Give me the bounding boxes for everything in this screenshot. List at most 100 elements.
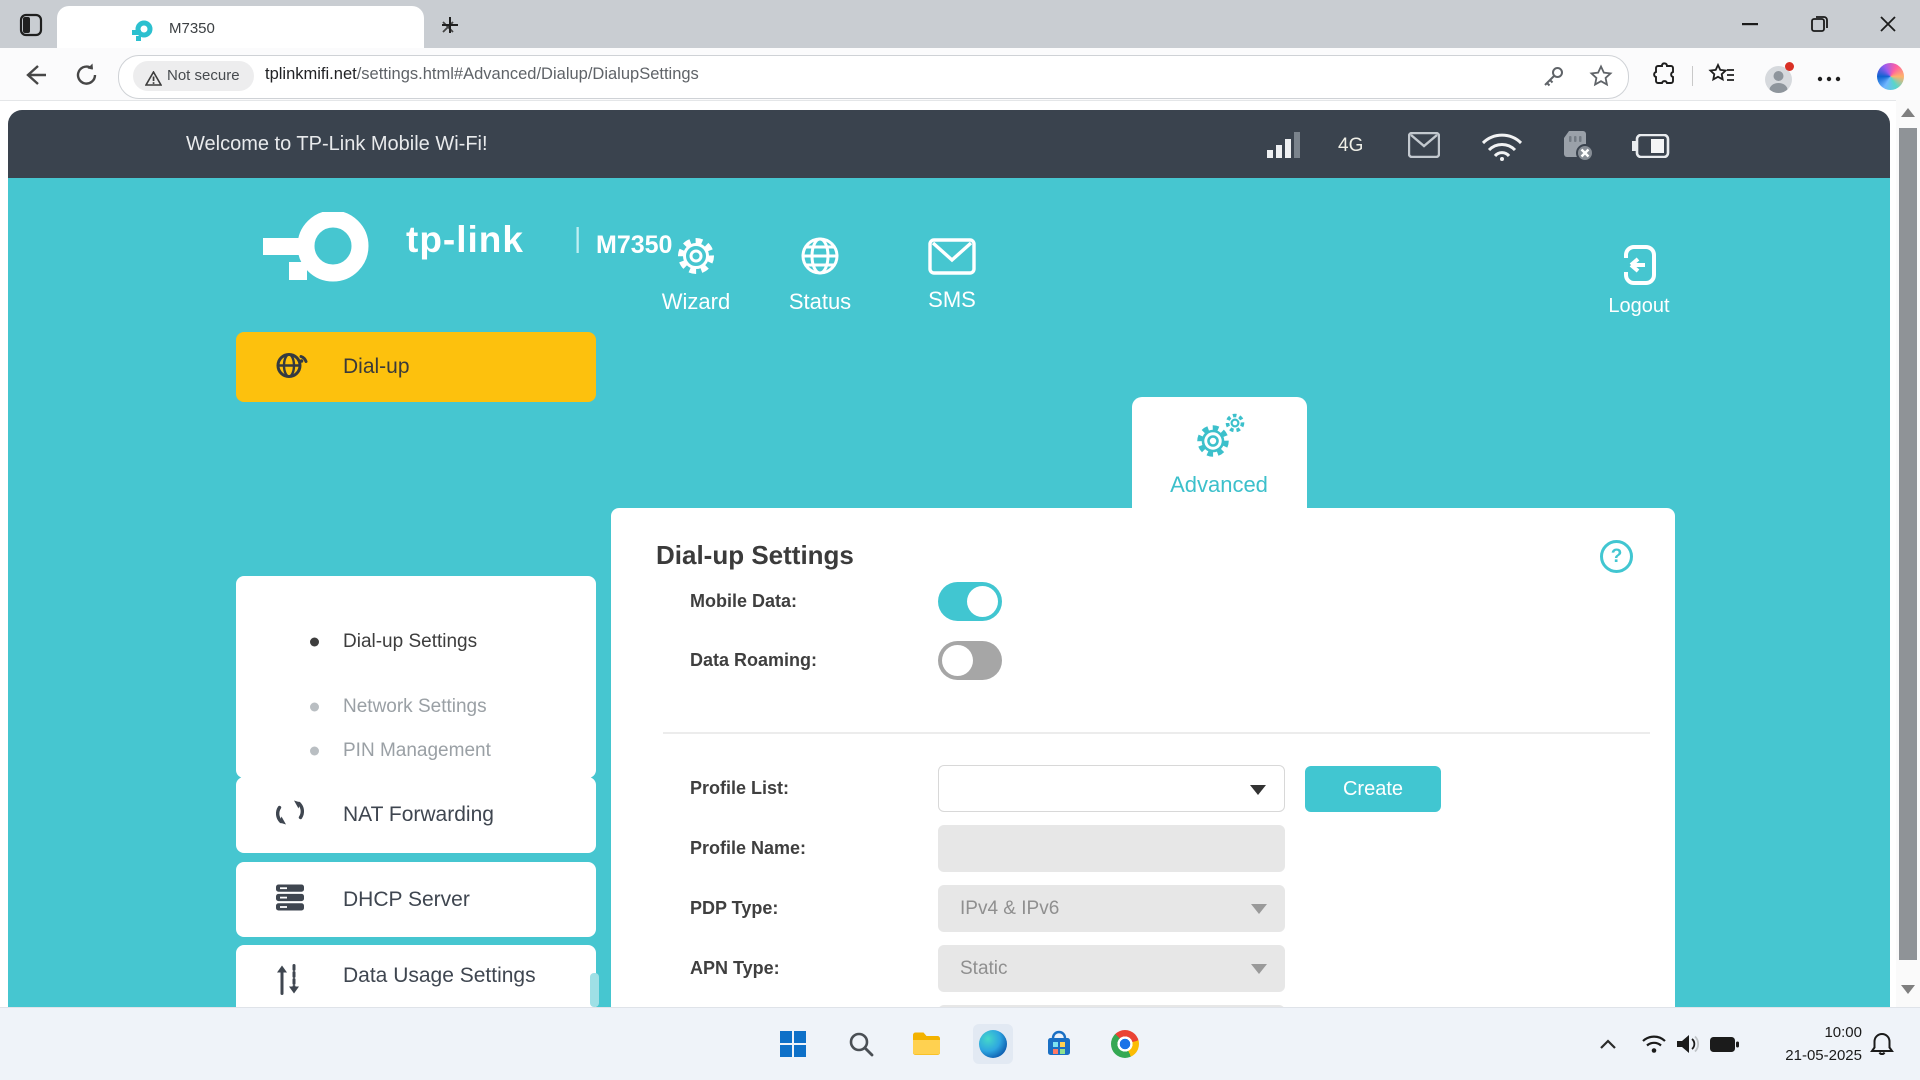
edge-logo [979, 1030, 1007, 1058]
advanced-gears-icon [1187, 448, 1251, 465]
nav-advanced-inner: Advanced [1154, 411, 1284, 498]
status-globe-icon [798, 265, 842, 282]
toggle-row-mobile-data: Mobile Data: [611, 582, 1675, 630]
profile-list-select[interactable] [938, 765, 1285, 812]
pdp-type-value: IPv4 & IPv6 [960, 885, 1059, 932]
toolbar-divider [1692, 66, 1693, 86]
sidebar-group-label: Dial-up [343, 332, 410, 402]
help-icon[interactable]: ? [1600, 540, 1633, 573]
clock-date: 21-05-2025 [1785, 1047, 1862, 1064]
sidebar-subitem-pin-management[interactable]: PIN Management [236, 731, 596, 771]
store-icon[interactable] [1039, 1024, 1079, 1064]
nav-advanced-label: Advanced [1154, 472, 1284, 498]
window-minimize-icon[interactable] [1740, 14, 1760, 34]
form-row-profile-list: Profile List: Create [611, 765, 1675, 813]
battery-status-icon [1632, 134, 1670, 163]
message-icon [1408, 132, 1440, 163]
screen: M7350 Not secure [0, 0, 1920, 1080]
browser-tab[interactable]: M7350 [57, 6, 424, 48]
apn-type-select[interactable]: Static [938, 945, 1285, 992]
sidebar-item-label: DHCP Server [343, 862, 470, 937]
taskbar: 10:00 21-05-2025 [0, 1007, 1920, 1080]
content-panel: Dial-up Settings ? Mobile Data: Data Roa… [611, 508, 1675, 1080]
tray-volume-icon[interactable] [1668, 1024, 1708, 1064]
tray-battery-icon[interactable] [1704, 1024, 1744, 1064]
edge-icon[interactable] [973, 1024, 1013, 1064]
start-button-icon[interactable] [773, 1024, 813, 1064]
sidebar-item-nat-forwarding[interactable]: NAT Forwarding [236, 777, 596, 853]
sim-card-error-icon [1559, 130, 1595, 167]
nav-status-label: Status [755, 289, 885, 315]
logout-icon [1619, 273, 1659, 290]
device-status-bar: Welcome to TP-Link Mobile Wi-Fi! 4G [8, 110, 1890, 178]
favorites-list-icon[interactable] [1708, 62, 1736, 93]
sidebar-group-dialup[interactable]: Dial-up [236, 332, 596, 402]
url-text: tplinkmifi.net/settings.html#Advanced/Di… [265, 65, 699, 84]
scrollbar-down-icon[interactable] [1901, 985, 1915, 994]
bullet-icon [310, 747, 319, 756]
profile-name-label: Profile Name: [690, 825, 806, 872]
page-background: tp-link | M7350 Wizard Status SMS [8, 178, 1890, 1007]
reload-icon[interactable] [74, 62, 100, 88]
sidebar-subitem-network-settings[interactable]: Network Settings [236, 687, 596, 727]
file-explorer-icon[interactable] [907, 1024, 947, 1064]
sidebar-subitem-dialup-settings[interactable]: Dial-up Settings [236, 622, 596, 662]
nav-wizard[interactable]: Wizard [631, 234, 761, 315]
profile-list-label: Profile List: [690, 765, 789, 812]
favorite-star-icon[interactable] [1589, 64, 1613, 93]
window-close-icon[interactable] [1878, 14, 1898, 34]
scrollbar-track[interactable] [1896, 100, 1920, 1007]
settings-ellipsis-icon[interactable] [1816, 70, 1842, 88]
section-divider [663, 732, 1650, 734]
data-roaming-toggle[interactable] [938, 641, 1002, 680]
brand-divider: | [574, 222, 581, 254]
form-row-apn-type: APN Type: Static [611, 945, 1675, 993]
nav-sms[interactable]: SMS [887, 236, 1017, 313]
chrome-icon[interactable] [1105, 1024, 1145, 1064]
apn-type-label: APN Type: [690, 945, 780, 992]
welcome-text: Welcome to TP-Link Mobile Wi-Fi! [186, 110, 488, 178]
sidebar-subpanel: Dial-up Settings Network Settings PIN Ma… [236, 576, 596, 778]
apn-type-value: Static [960, 945, 1008, 992]
profile-name-input[interactable] [938, 825, 1285, 872]
copilot-icon[interactable] [1877, 63, 1904, 90]
scrollbar-thumb[interactable] [1899, 128, 1917, 960]
inner-scrollbar-thumb[interactable] [590, 973, 599, 1007]
toggle-knob [942, 645, 973, 676]
subitem-label: Network Settings [343, 687, 487, 727]
wizard-gear-icon [674, 234, 718, 283]
url-bar[interactable]: Not secure tplinkmifi.net/settings.html#… [118, 55, 1629, 99]
taskbar-search-icon[interactable] [841, 1024, 881, 1064]
nav-status[interactable]: Status [755, 234, 885, 315]
bullet-icon [310, 638, 319, 647]
sidebar-item-dhcp-server[interactable]: DHCP Server [236, 862, 596, 937]
sidebar-item-label: Data Usage Settings [343, 945, 536, 1007]
new-tab-icon[interactable] [440, 15, 460, 35]
mobile-data-toggle[interactable] [938, 582, 1002, 621]
brand-name: tp-link [406, 219, 524, 261]
extensions-icon[interactable] [1652, 62, 1678, 93]
password-key-icon[interactable] [1541, 65, 1565, 94]
subitem-label: PIN Management [343, 731, 491, 771]
logout-button[interactable]: Logout [1604, 244, 1674, 318]
toggle-knob [967, 586, 998, 617]
tplink-logo [245, 212, 397, 299]
tray-chevron-icon[interactable] [1588, 1024, 1628, 1064]
sidebar-item-label: NAT Forwarding [343, 777, 494, 853]
taskbar-clock[interactable]: 10:00 21-05-2025 [1785, 1021, 1862, 1067]
notification-bell-icon[interactable] [1862, 1024, 1902, 1064]
subitem-label: Dial-up Settings [343, 622, 477, 662]
url-path: /settings.html#Advanced/Dialup/DialupSet… [357, 65, 699, 83]
pdp-type-label: PDP Type: [690, 885, 778, 932]
tab-actions-icon[interactable] [18, 12, 44, 38]
security-chip[interactable]: Not secure [133, 61, 254, 91]
scrollbar-up-icon[interactable] [1901, 108, 1915, 117]
create-button[interactable]: Create [1305, 766, 1441, 812]
nav-advanced[interactable]: Advanced [1132, 397, 1307, 509]
window-restore-icon[interactable] [1809, 14, 1829, 34]
back-icon[interactable] [22, 62, 48, 88]
sidebar-item-data-usage[interactable]: Data Usage Settings [236, 945, 596, 1007]
mobile-data-label: Mobile Data: [690, 582, 797, 621]
pdp-type-select[interactable]: IPv4 & IPv6 [938, 885, 1285, 932]
dhcp-server-icon [274, 882, 306, 917]
